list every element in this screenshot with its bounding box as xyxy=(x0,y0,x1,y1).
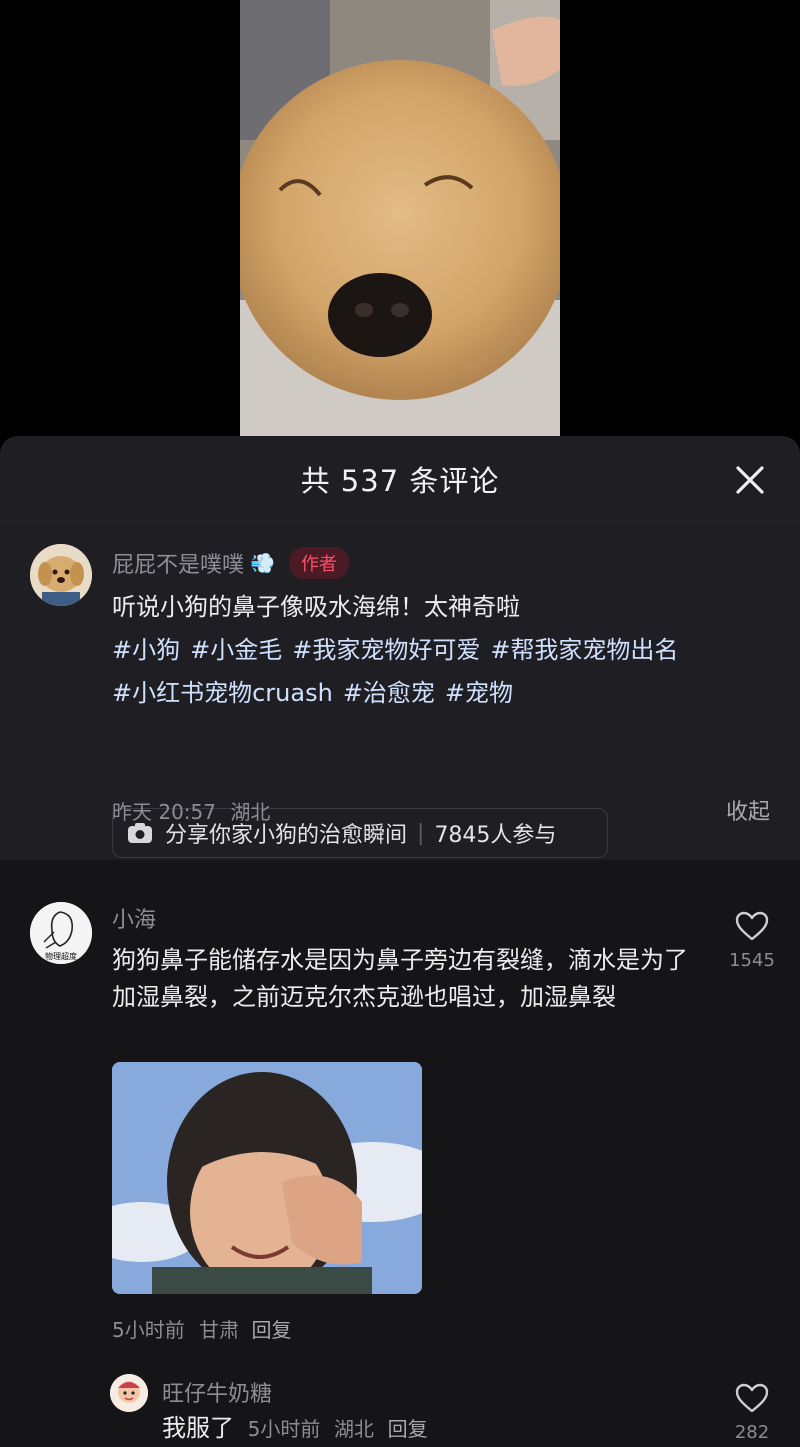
comment-text: 狗狗鼻子能储存水是因为鼻子旁边有裂缝，滴水是为了加湿鼻裂，之前迈克尔杰克逊也唱过… xyxy=(112,946,688,1011)
comment-time: 5小时前 xyxy=(112,1318,185,1342)
replier-avatar[interactable] xyxy=(110,1374,148,1412)
collapse-button[interactable]: 收起 xyxy=(726,794,770,826)
cartoon-avatar-image xyxy=(110,1374,148,1412)
close-icon xyxy=(736,466,764,494)
comment-item: 物理超度 小海 狗狗鼻子能储存水是因为鼻子旁边有裂缝，滴水是为了加湿鼻裂，之前迈… xyxy=(0,876,800,1342)
reply-location: 湖北 xyxy=(334,1417,375,1441)
reply-line: 我服了 5小时前 湖北 回复 xyxy=(162,1410,722,1447)
reply-time: 5小时前 xyxy=(247,1417,321,1441)
comment-location: 甘肃 xyxy=(199,1318,240,1342)
reply-item: 旺仔牛奶糖 我服了 5小时前 湖北 回复 282 xyxy=(0,1368,800,1447)
post-time: 昨天 20:57 xyxy=(112,800,216,824)
post-meta-layer: 昨天 20:57 湖北 收起 xyxy=(0,522,800,860)
avatar-caption: 物理超度 xyxy=(45,951,77,961)
reply-button[interactable]: 回复 xyxy=(251,1318,291,1342)
comment-image[interactable] xyxy=(112,1062,422,1294)
like-button[interactable]: 1545 xyxy=(722,910,782,971)
post-meta: 昨天 20:57 湖北 xyxy=(112,796,270,825)
comments-header: 共 537 条评论 xyxy=(0,436,800,522)
reaction-meme-image xyxy=(112,1062,422,1294)
post-location: 湖北 xyxy=(230,800,271,824)
like-count: 1545 xyxy=(729,950,775,971)
video-frame-dog[interactable] xyxy=(240,0,560,436)
like-button[interactable]: 282 xyxy=(722,1382,782,1443)
replier-name[interactable]: 旺仔牛奶糖 xyxy=(162,1376,272,1408)
video-area[interactable] xyxy=(0,0,800,440)
close-button[interactable] xyxy=(732,462,768,498)
commenter-avatar[interactable]: 物理超度 xyxy=(30,902,92,964)
reply-button[interactable]: 回复 xyxy=(388,1417,428,1441)
like-count: 282 xyxy=(734,1422,770,1443)
dog-image xyxy=(240,0,560,436)
heart-icon xyxy=(735,1383,769,1413)
comments-count-title: 共 537 条评论 xyxy=(300,464,500,498)
commenter-name[interactable]: 小海 xyxy=(112,902,156,934)
heart-icon xyxy=(735,911,769,941)
comment-meta: 5小时前 甘肃 回复 xyxy=(112,1314,291,1343)
comments-sheet: 共 537 条评论 屁屁不是噗噗 💨 作者 听说小狗的鼻子像吸水海绵！太神奇啦 … xyxy=(0,436,800,1447)
sketch-avatar-image: 物理超度 xyxy=(30,902,92,964)
reply-text: 我服了 xyxy=(162,1414,234,1442)
